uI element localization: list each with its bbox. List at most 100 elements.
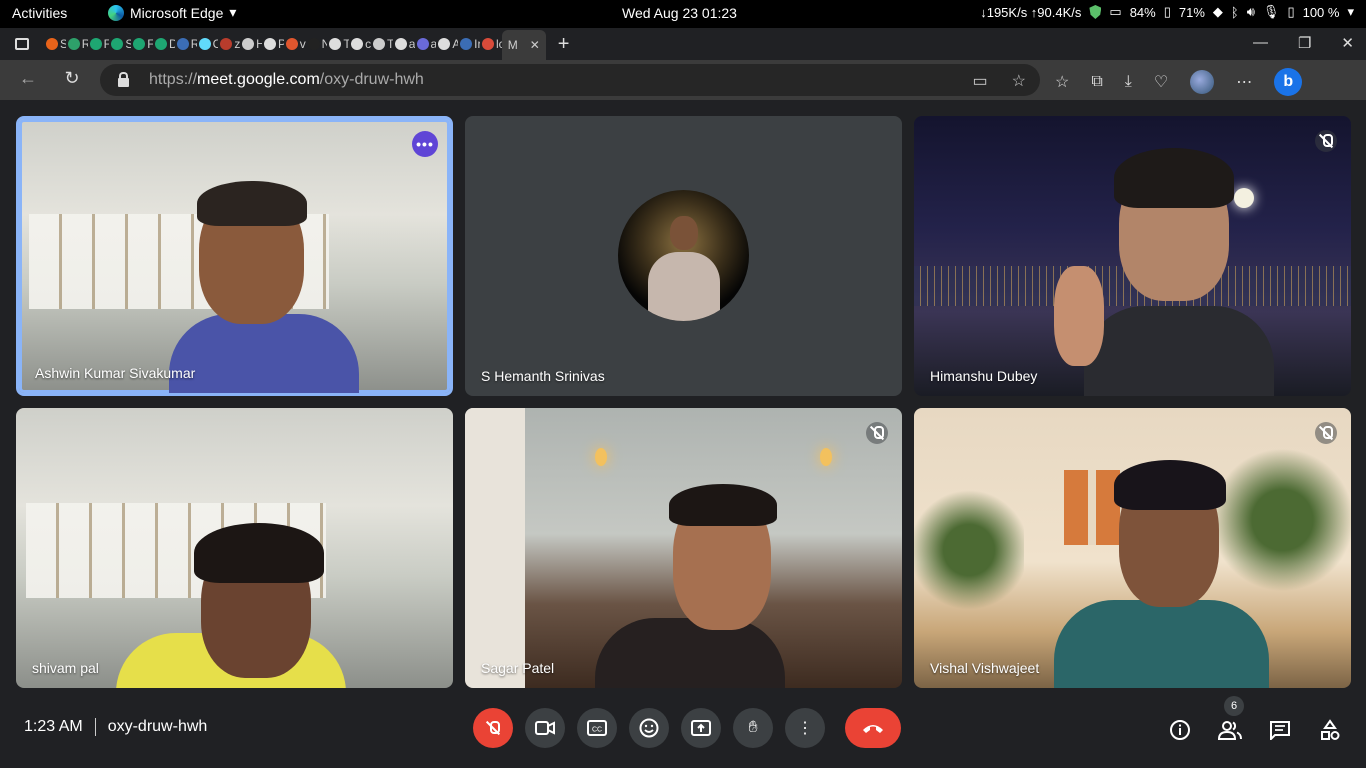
raise-hand-button[interactable]: ✋︎ xyxy=(733,708,773,748)
info-icon xyxy=(1170,720,1190,740)
favicon-icon xyxy=(89,38,102,50)
meeting-details-button[interactable] xyxy=(1168,718,1192,742)
call-controls: CC ✋︎ ⋮ xyxy=(473,708,901,748)
favicon-icon xyxy=(111,38,124,50)
captions-button[interactable]: CC xyxy=(577,708,617,748)
bing-copilot-icon[interactable]: b xyxy=(1274,68,1303,96)
activities-button[interactable] xyxy=(1318,718,1342,742)
close-window-button[interactable]: ✕ xyxy=(1341,34,1354,52)
participant-tile[interactable]: shivam pal xyxy=(16,408,453,688)
browser-tab[interactable]: R xyxy=(175,31,197,57)
browser-tab[interactable]: v xyxy=(284,31,306,57)
more-options-button[interactable]: ••• xyxy=(412,131,438,157)
browser-tab[interactable]: lc xyxy=(480,31,502,57)
hand-icon: ✋︎ xyxy=(748,719,758,736)
browser-tab[interactable]: c xyxy=(349,31,371,57)
camera-blocked-icon[interactable]: ▭ xyxy=(973,71,988,91)
browser-tab[interactable]: z xyxy=(218,31,240,57)
present-screen-button[interactable] xyxy=(681,708,721,748)
profile-avatar[interactable] xyxy=(1190,70,1215,94)
favicon-icon xyxy=(394,38,407,50)
url-scheme: https:// xyxy=(149,71,198,88)
chat-button[interactable] xyxy=(1268,718,1292,742)
back-button[interactable]: ← xyxy=(6,68,50,89)
browser-tab[interactable]: H xyxy=(240,31,262,57)
system-tray[interactable]: ↓195K/s ↑90.4K/s ▭ 84% ▯ 71% ◆ ᛒ 🔊︎ 🎙︎ ▯… xyxy=(980,4,1366,20)
more-vert-icon: ⋮ xyxy=(797,720,813,737)
app-menu[interactable]: Microsoft Edge ▾ xyxy=(108,4,236,21)
system-clock[interactable]: Wed Aug 23 01:23 xyxy=(622,5,737,21)
favorite-star-icon[interactable]: ☆ xyxy=(1012,71,1026,91)
mic-off-icon xyxy=(1320,426,1333,440)
leave-call-button[interactable] xyxy=(845,708,901,748)
favicon-icon xyxy=(438,38,451,50)
favicon-icon xyxy=(263,38,276,50)
close-icon[interactable]: ✕ xyxy=(530,38,540,52)
participant-name: S Hemanth Srinivas xyxy=(481,368,605,384)
browser-tab[interactable]: C xyxy=(197,31,218,57)
favicon-icon xyxy=(329,38,342,50)
tab-active-label: M xyxy=(507,38,518,52)
url-path: /oxy-druw-hwh xyxy=(319,71,424,88)
lock-icon[interactable] xyxy=(118,71,129,87)
mic-off-icon xyxy=(1320,134,1333,148)
browser-tab[interactable]: N xyxy=(306,31,327,57)
people-button[interactable]: 6 xyxy=(1218,696,1244,742)
new-tab-button[interactable]: + xyxy=(558,33,570,56)
workspaces-button[interactable] xyxy=(0,28,44,60)
participant-video xyxy=(19,119,450,393)
url-field[interactable]: https://meet.google.com/oxy-druw-hwh ▭ ☆ xyxy=(100,64,1040,96)
participant-tile[interactable]: Himanshu Dubey xyxy=(914,116,1351,396)
favorites-icon[interactable]: ☆ xyxy=(1055,72,1069,92)
browser-tab[interactable]: A xyxy=(436,31,458,57)
microphone-icon: 🎙︎ xyxy=(1262,4,1280,19)
minimize-button[interactable]: — xyxy=(1253,34,1268,52)
toolbar-icons: ☆ ⧉ ⤓ ♡ ⋯ b xyxy=(1055,68,1303,96)
browser-tab[interactable]: S xyxy=(109,31,131,57)
health-icon[interactable]: ♡ xyxy=(1154,72,1168,92)
microphone-toggle-button[interactable] xyxy=(473,708,513,748)
collections-icon[interactable]: ⧉ xyxy=(1091,73,1102,91)
activities-button[interactable]: Activities xyxy=(12,5,67,21)
chevron-down-icon: ▾ xyxy=(229,4,237,20)
browser-tab[interactable]: a xyxy=(393,31,415,57)
participant-tile[interactable]: S Hemanth Srinivas xyxy=(465,116,902,396)
shield-icon xyxy=(1089,5,1102,19)
divider xyxy=(94,718,96,736)
participant-name: Ashwin Kumar Sivakumar xyxy=(35,365,196,381)
favicon-icon xyxy=(351,38,364,50)
tab-label: lc xyxy=(495,37,502,51)
participant-video xyxy=(914,425,1351,688)
reactions-button[interactable] xyxy=(629,708,669,748)
more-options-button[interactable]: ⋮ xyxy=(785,708,825,748)
restore-button[interactable]: ❐ xyxy=(1298,34,1311,52)
window-controls: — ❐ ✕ xyxy=(1253,34,1354,52)
system-top-bar: Activities Microsoft Edge ▾ Wed Aug 23 0… xyxy=(0,0,1366,28)
browser-tab[interactable]: D xyxy=(153,31,175,57)
tab-strip: S R F S F D R Cz H Pv N Tc Ta a A Ir lc M ✕ + — ❐ ✕ xyxy=(0,28,1366,60)
participant-tile[interactable]: Vishal Vishwajeet xyxy=(914,408,1351,688)
browser-tab[interactable]: P xyxy=(262,31,284,57)
tab-active[interactable]: M ✕ xyxy=(501,30,546,60)
url-host: meet.google.com xyxy=(197,71,320,88)
downloads-icon[interactable]: ⤓ xyxy=(1125,73,1132,91)
more-icon[interactable]: ⋯ xyxy=(1236,72,1252,92)
favicon-icon xyxy=(176,38,189,50)
meeting-code[interactable]: oxy-druw-hwh xyxy=(108,718,208,736)
participant-video xyxy=(16,408,453,688)
browser-tab[interactable]: Ir xyxy=(458,31,480,57)
url-actions: ▭ ☆ xyxy=(973,71,1026,91)
browser-tab[interactable]: a xyxy=(415,31,436,57)
browser-tab[interactable]: F xyxy=(88,31,109,57)
meeting-time: 1:23 AM xyxy=(24,718,83,735)
browser-tab[interactable]: S xyxy=(44,31,66,57)
participant-tile[interactable]: ••• Ashwin Kumar Sivakumar xyxy=(16,116,453,396)
browser-tab[interactable]: T xyxy=(327,31,349,57)
participant-tile[interactable]: Sagar Patel xyxy=(465,408,902,688)
browser-tab[interactable]: R xyxy=(66,31,88,57)
favicon-icon xyxy=(372,38,385,50)
refresh-button[interactable]: ↻ xyxy=(50,68,94,89)
browser-tab[interactable]: T xyxy=(371,31,393,57)
browser-tab[interactable]: F xyxy=(131,31,153,57)
camera-toggle-button[interactable] xyxy=(525,708,565,748)
